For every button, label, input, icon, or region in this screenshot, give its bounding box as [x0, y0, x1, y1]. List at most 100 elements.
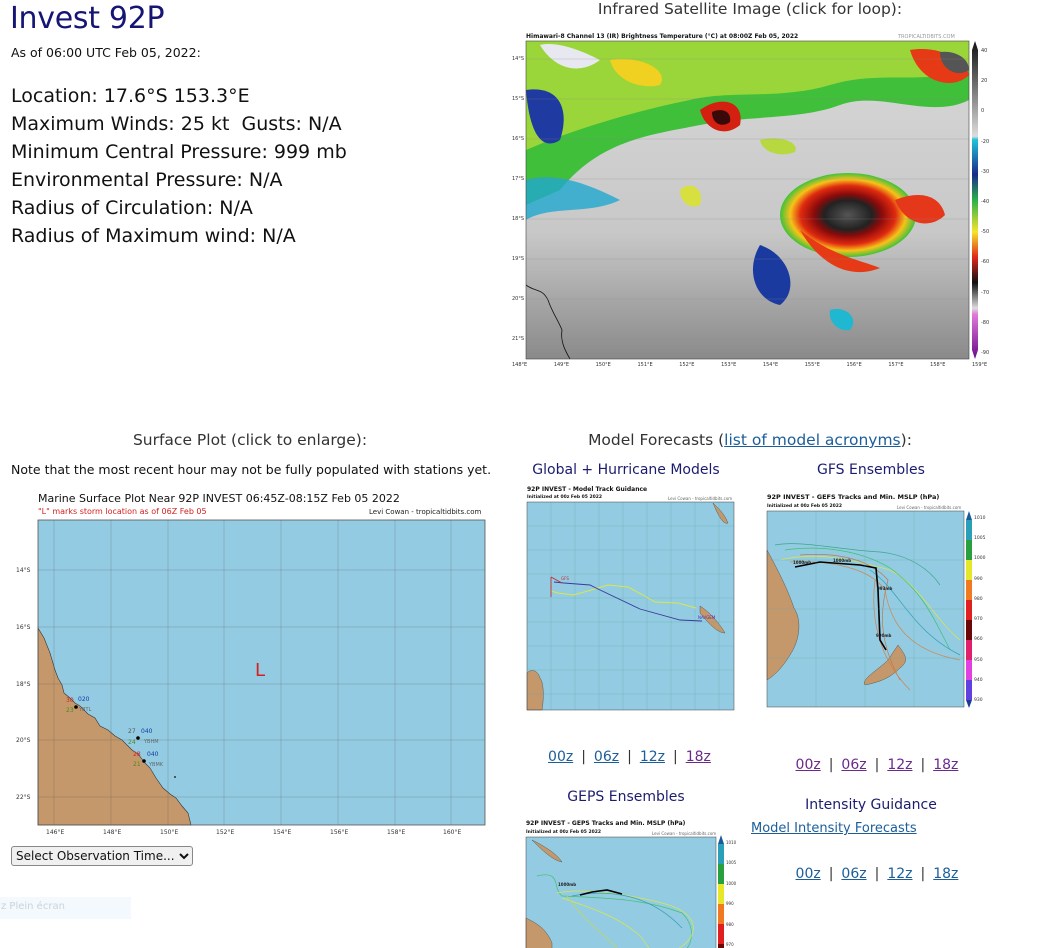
surface-lon-label: 146°E: [46, 829, 65, 836]
intensity-runs: 00z | 06z | 12z | 18z: [770, 850, 975, 882]
model-forecasts-suffix: ):: [900, 431, 912, 449]
surface-lon-label: 160°E: [443, 829, 462, 836]
surface-lon-label: 154°E: [273, 829, 292, 836]
surface-lon-label: 152°E: [216, 829, 235, 836]
storm-location-marker: L: [255, 660, 266, 681]
stat-radius-circulation: Radius of Circulation: N/A: [11, 197, 253, 219]
gefs-run-00z[interactable]: 00z: [796, 757, 821, 773]
surface-lat-label: 16°S: [16, 624, 31, 631]
model-acronyms-link[interactable]: list of model acronyms: [724, 431, 900, 449]
gefs-colorbar-label: 940: [974, 677, 983, 683]
gefs-colorbar-label: 960: [974, 637, 983, 643]
sat-colorbar-label: 0: [981, 108, 985, 115]
gefs-label: 993mb: [877, 586, 893, 591]
track-label-navgem: NAVGEM: [698, 615, 716, 620]
gefs-colorbar-label: 930: [974, 698, 983, 703]
gfs-ensembles-image[interactable]: 92P INVEST - GEFS Tracks and Min. MSLP (…: [760, 490, 995, 712]
satellite-map: [525, 40, 978, 360]
gefs-colorbar-label: 950: [974, 657, 983, 663]
sat-lon-label: 148°E: [512, 362, 528, 368]
station-pressure: 020: [78, 696, 90, 703]
sat-lon-label: 151°E: [637, 362, 653, 368]
satellite-heading: Infrared Satellite Image (click for loop…: [597, 0, 903, 18]
sat-colorbar-label: -30: [981, 168, 990, 175]
station-temp: 28: [133, 751, 141, 758]
sat-colorbar-label: 20: [981, 78, 988, 85]
sat-lon-label: 159°E: [972, 362, 988, 368]
station-dewpoint: 23: [66, 707, 74, 714]
separator: |: [874, 866, 880, 882]
global-models-runs: 00z | 06z | 12z | 18z: [520, 733, 730, 765]
station-id: YBMK: [149, 762, 164, 768]
sat-lat-label: 16°S: [512, 136, 525, 142]
gefs-run-18z[interactable]: 18z: [933, 757, 958, 773]
geps-ensembles-image[interactable]: 92P INVEST - GEPS Tracks and Min. MSLP (…: [522, 818, 742, 948]
model-forecasts-prefix: Model Forecasts (: [588, 431, 725, 449]
sat-colorbar-label: -70: [981, 289, 990, 296]
geps-colorbar-label: 990: [726, 901, 734, 907]
surface-plot-image[interactable]: Marine Surface Plot Near 92P INVEST 06:4…: [0, 488, 500, 840]
global-run-00z[interactable]: 00z: [548, 749, 573, 765]
stat-min-pressure: Minimum Central Pressure: 999 mb: [11, 141, 347, 163]
global-run-06z[interactable]: 06z: [594, 749, 619, 765]
sat-lat-label: 19°S: [512, 256, 525, 262]
sat-colorbar-label: -60: [981, 259, 990, 266]
stat-max-winds: Maximum Winds: 25 kt Gusts: N/A: [11, 113, 342, 135]
sat-lon-label: 156°E: [846, 362, 862, 368]
geps-colorbar-labels: 1010 1005 1000 990 980 970: [726, 840, 742, 948]
sat-lon-label: 157°E: [888, 362, 904, 368]
intensity-run-06z[interactable]: 06z: [841, 866, 866, 882]
station-pressure: 040: [141, 728, 153, 735]
separator: |: [581, 749, 586, 765]
surface-lat-label: 14°S: [16, 567, 31, 574]
surface-lon-label: 156°E: [330, 829, 349, 836]
station-pressure: 040: [147, 751, 159, 758]
geps-colorbar-label: 1005: [726, 860, 737, 866]
separator: |: [828, 757, 834, 773]
sat-lon-label: 152°E: [679, 362, 695, 368]
station-temp: 30: [66, 697, 74, 704]
station-id: YBHM: [144, 739, 159, 745]
fullscreen-hint-label: z Plein écran: [1, 901, 65, 912]
sat-lon-label: 158°E: [930, 362, 946, 368]
intensity-run-18z[interactable]: 18z: [933, 866, 958, 882]
intensity-run-00z[interactable]: 00z: [796, 866, 821, 882]
geps-label: 1000mb: [558, 882, 577, 887]
global-run-12z[interactable]: 12z: [640, 749, 665, 765]
gefs-run-06z[interactable]: 06z: [841, 757, 866, 773]
separator: |: [920, 866, 926, 882]
stat-radius-max-wind: Radius of Maximum wind: N/A: [11, 225, 296, 247]
storm-stats: Location: 17.6°S 153.3°E Maximum Winds: …: [11, 82, 347, 250]
surface-lat-label: 22°S: [16, 794, 31, 801]
global-run-18z[interactable]: 18z: [686, 749, 711, 765]
sat-colorbar-label: -40: [981, 199, 990, 205]
gefs-run-12z[interactable]: 12z: [887, 757, 912, 773]
intensity-run-12z[interactable]: 12z: [887, 866, 912, 882]
surface-lon-label: 150°E: [160, 829, 179, 836]
sat-lat-label: 21°S: [512, 336, 525, 342]
separator: |: [874, 757, 880, 773]
surface-map: [37, 519, 486, 826]
fullscreen-hint[interactable]: z Plein écran: [0, 897, 131, 919]
satellite-image[interactable]: Himawari-8 Channel 13 (IR) Brightness Te…: [500, 30, 995, 372]
gefs-colorbar-labels: 1010 1005 1000 990 980 970 960 950 940 930: [974, 516, 994, 706]
geps-colorbar-label: 1010: [726, 840, 737, 845]
station-id: YBTL: [79, 707, 92, 713]
sat-lat-label: 20°S: [512, 296, 525, 302]
sat-colorbar-label: -90: [981, 350, 990, 356]
sat-lat-label: 17°S: [512, 176, 525, 182]
geps-colorbar-label: 980: [726, 921, 734, 927]
gfs-ensembles-title: GFS Ensembles: [817, 462, 925, 478]
separator: |: [828, 866, 834, 882]
global-models-image[interactable]: 92P INVEST - Model Track Guidance Initia…: [518, 483, 743, 715]
observation-time-select[interactable]: Select Observation Time...: [11, 846, 193, 866]
sat-lon-label: 154°E: [762, 362, 779, 368]
sat-lon-label: 155°E: [804, 362, 820, 368]
surface-lon-label: 158°E: [387, 829, 406, 836]
model-intensity-forecasts-link[interactable]: Model Intensity Forecasts: [751, 821, 917, 836]
gefs-runs: 00z | 06z | 12z | 18z: [770, 741, 975, 773]
gefs-label: 1000mb: [793, 560, 812, 565]
gefs-colorbar-label: 1005: [974, 536, 986, 542]
as-of-timestamp: As of 06:00 UTC Feb 05, 2022:: [11, 45, 201, 60]
station-dewpoint: 21: [133, 761, 141, 768]
